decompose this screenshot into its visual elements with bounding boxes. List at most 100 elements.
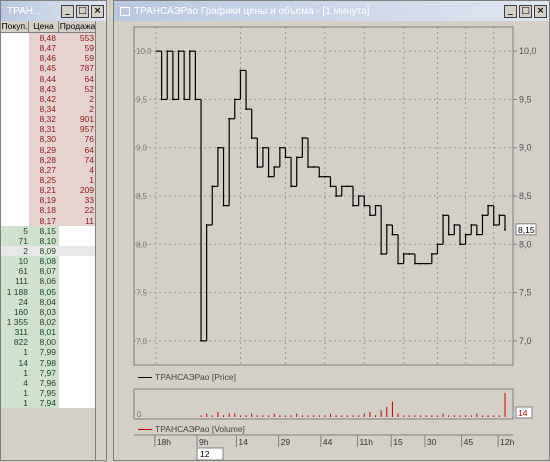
ask-row[interactable]: 8,21 209 [1, 185, 97, 196]
bid-row[interactable]: 1 7,95 [1, 387, 97, 399]
close-icon[interactable]: × [91, 4, 104, 18]
price-tick-label: 8,0 [519, 239, 532, 249]
bid-row[interactable]: 1 355 8,02 [1, 316, 97, 328]
price-legend-swatch [138, 376, 152, 378]
cursor-time-label: 12 [200, 449, 210, 459]
buy-qty-cell: 111 [1, 276, 29, 287]
ask-row[interactable]: 8,25 1 [1, 174, 97, 186]
price-cell: 8,08 [29, 256, 59, 267]
ask-row[interactable]: 8,32 901 [1, 114, 97, 125]
sell-qty-cell: 4 [59, 164, 97, 175]
bid-row[interactable]: 1 7,94 [1, 398, 97, 409]
ask-row[interactable]: 8,44 64 [1, 73, 97, 84]
bid-row[interactable]: 822 8,00 [1, 337, 97, 348]
sell-qty-cell: 209 [59, 185, 97, 196]
ask-row[interactable]: 8,30 76 [1, 134, 97, 145]
minimize-icon[interactable]: _ [61, 4, 74, 18]
time-tick-label: 18h [157, 437, 171, 447]
buy-qty-cell: 5 [1, 225, 29, 236]
volume-plot-area[interactable] [133, 388, 514, 420]
bid-row[interactable]: 1 7,99 [1, 347, 97, 358]
sell-qty-cell [59, 266, 97, 277]
bid-row[interactable]: 1 7,97 [1, 367, 97, 378]
orderbook-header: Покуп. Цена Продажа [1, 21, 97, 33]
price-cell: 8,17 [29, 215, 59, 226]
bid-row[interactable]: 5 8,15 [1, 225, 97, 236]
ask-row[interactable]: 8,47 59 [1, 43, 97, 54]
bid-row[interactable]: 160 8,03 [1, 306, 97, 317]
bid-row[interactable]: 111 8,06 [1, 276, 97, 287]
sell-qty-cell: 787 [59, 63, 97, 74]
price-cell: 8,05 [29, 286, 59, 297]
orderbook-scrollbar[interactable] [95, 21, 106, 460]
bid-row[interactable]: 71 8,10 [1, 235, 97, 246]
ask-row[interactable]: 8,45 787 [1, 63, 97, 74]
sell-qty-cell [59, 337, 97, 348]
buy-qty-cell [1, 83, 29, 94]
ask-row[interactable]: 8,48 553 [1, 33, 97, 44]
bid-row[interactable]: 4 7,96 [1, 377, 97, 388]
price-cell: 8,02 [29, 316, 59, 328]
ask-row[interactable]: 8,46 59 [1, 53, 97, 64]
price-cell: 8,01 [29, 327, 59, 338]
col-buy-header[interactable]: Покуп. [1, 21, 29, 32]
ask-row[interactable]: 8,19 33 [1, 195, 97, 206]
buy-qty-cell [1, 114, 29, 125]
orderbook-window: ТРАН... _ □ × Покуп. Цена Продажа 8,48 55… [0, 0, 107, 461]
buy-qty-cell [1, 154, 29, 165]
col-price-header[interactable]: Цена [29, 21, 59, 32]
price-cell: 8,27 [29, 164, 59, 175]
bid-row[interactable]: 2 8,09 [1, 245, 97, 257]
time-tick-label: 14 [238, 437, 248, 447]
sell-qty-cell: 22 [59, 205, 97, 216]
volume-legend: ТРАНСАЭРао [Volume] [138, 424, 245, 434]
sell-qty-cell [59, 377, 97, 388]
time-tick-label: 30 [427, 437, 437, 447]
ask-row[interactable]: 8,43 52 [1, 83, 97, 94]
sell-qty-cell: 2 [59, 93, 97, 104]
price-tick-label: 7,0 [519, 336, 532, 346]
price-cell: 8,09 [29, 245, 59, 257]
buy-qty-cell: 1 [1, 398, 29, 409]
buy-qty-cell [1, 63, 29, 74]
price-cell: 8,03 [29, 306, 59, 317]
buy-qty-cell [1, 174, 29, 186]
ask-row[interactable]: 8,31 957 [1, 124, 97, 135]
sell-qty-cell: 553 [59, 33, 97, 44]
maximize-icon[interactable]: □ [76, 4, 89, 18]
ask-row[interactable]: 8,29 64 [1, 144, 97, 155]
price-cell: 7,95 [29, 387, 59, 399]
buy-qty-cell: 61 [1, 266, 29, 277]
sell-qty-cell [59, 398, 97, 409]
buy-qty-cell: 822 [1, 337, 29, 348]
bid-row[interactable]: 14 7,98 [1, 357, 97, 368]
price-cell: 7,98 [29, 357, 59, 368]
buy-qty-cell: 4 [1, 377, 29, 388]
ask-row[interactable]: 8,42 2 [1, 93, 97, 104]
bid-row[interactable]: 10 8,08 [1, 256, 97, 267]
bid-row[interactable]: 1 188 8,05 [1, 286, 97, 297]
buy-qty-cell [1, 205, 29, 216]
sell-qty-cell [59, 357, 97, 368]
bid-row[interactable]: 61 8,07 [1, 266, 97, 277]
price-cell: 7,96 [29, 377, 59, 388]
ask-row[interactable]: 8,28 74 [1, 154, 97, 165]
price-cell: 8,21 [29, 185, 59, 196]
buy-qty-cell [1, 164, 29, 175]
price-tick-label: 9,5 [519, 94, 532, 104]
col-sell-header[interactable]: Продажа [59, 21, 97, 32]
chart-canvas[interactable]: 7,0 7,0 7,5 7,5 8,0 8,0 8,5 8,5 9,0 9,0 9,5 9,5 10,0… [114, 1, 550, 462]
bid-row[interactable]: 24 8,04 [1, 296, 97, 307]
orderbook-titlebar[interactable]: ТРАН... _ □ × [1, 1, 106, 21]
price-cell: 8,34 [29, 103, 59, 115]
bid-row[interactable]: 311 8,01 [1, 327, 97, 338]
ask-row[interactable]: 8,18 22 [1, 205, 97, 216]
ask-row[interactable]: 8,27 4 [1, 164, 97, 175]
ask-row[interactable]: 8,34 2 [1, 103, 97, 115]
price-cell: 8,04 [29, 296, 59, 307]
price-cell: 8,45 [29, 63, 59, 74]
ask-row[interactable]: 8,17 11 [1, 215, 97, 226]
orderbook-rows: 8,48 553 8,47 59 8,46 59 8,45 787 8,44 64 8,43 52 8,… [1, 33, 97, 409]
time-tick-label: 15 [393, 437, 403, 447]
buy-qty-cell: 24 [1, 296, 29, 307]
